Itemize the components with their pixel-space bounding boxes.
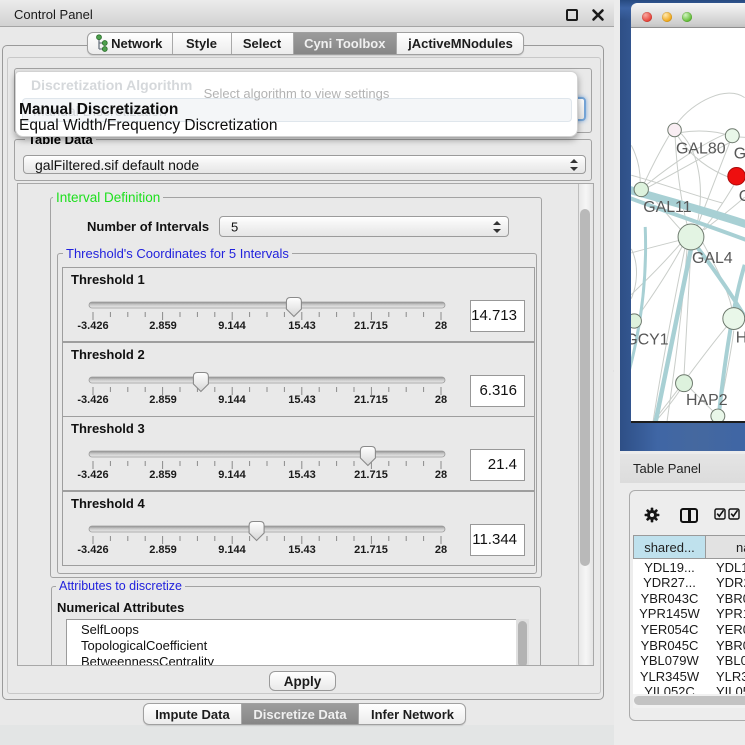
svg-text:GA: GA [734, 145, 745, 162]
svg-text:GAL80: GAL80 [676, 140, 726, 157]
svg-text:H: H [736, 329, 745, 346]
svg-text:C: C [739, 188, 745, 205]
svg-text:HAP2: HAP2 [686, 392, 728, 409]
svg-text:GAL11: GAL11 [643, 199, 691, 216]
svg-text:GCY1: GCY1 [631, 331, 669, 348]
svg-text:GAL4: GAL4 [692, 250, 733, 267]
